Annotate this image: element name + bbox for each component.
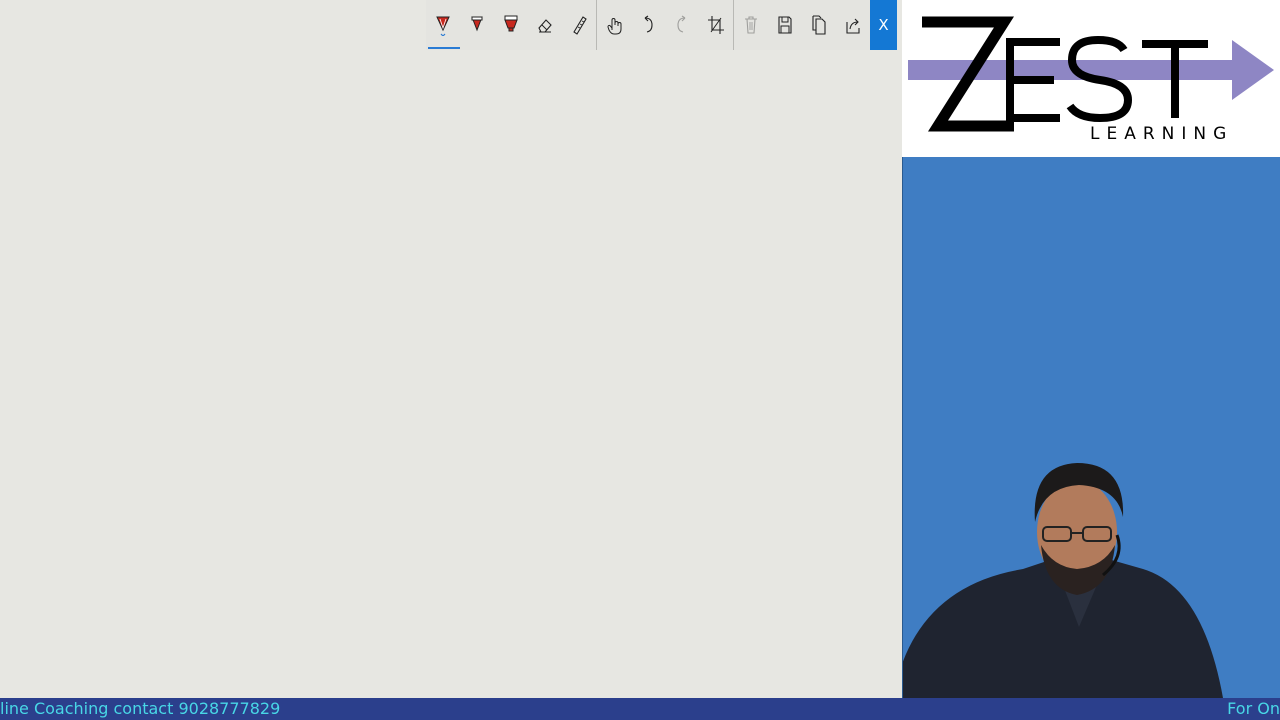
ticker-text-right: For On	[1227, 699, 1280, 718]
close-button[interactable]: X	[869, 0, 897, 50]
ticker-text-left: line Coaching contact 9028777829	[0, 699, 281, 718]
presenter-video	[902, 157, 1280, 698]
eraser-button[interactable]	[528, 0, 562, 50]
copy-icon	[812, 15, 826, 35]
undo-icon	[644, 15, 653, 33]
snip-sketch-toolbar: X	[426, 0, 897, 50]
save-button[interactable]	[768, 0, 802, 50]
undo-button[interactable]	[631, 0, 665, 50]
ruler-icon	[573, 16, 587, 35]
share-button[interactable]	[836, 0, 870, 50]
delete-icon	[744, 16, 757, 34]
highlighter-icon	[504, 15, 518, 32]
ballpoint-pen-icon	[436, 16, 450, 36]
scrolling-ticker: line Coaching contact 9028777829 For On	[0, 698, 1280, 720]
touch-writing-button[interactable]	[597, 0, 631, 50]
pencil-icon	[471, 16, 483, 32]
save-icon	[778, 16, 792, 34]
share-icon	[846, 18, 860, 34]
presenter-image	[903, 463, 1223, 698]
right-panel: LEARNING	[902, 0, 1280, 720]
pen-tools-group	[426, 0, 596, 50]
highlighter-button[interactable]	[494, 0, 528, 50]
eraser-icon	[538, 19, 552, 33]
drawing-canvas[interactable]	[0, 0, 902, 698]
logo-tagline: LEARNING	[1090, 124, 1233, 144]
crop-icon	[707, 16, 724, 34]
pencil-button[interactable]	[460, 0, 494, 50]
edit-tools-group	[597, 0, 733, 50]
redo-button[interactable]	[665, 0, 699, 50]
zest-learning-logo: LEARNING	[902, 0, 1280, 157]
touch-writing-icon	[607, 18, 622, 35]
delete-button[interactable]	[734, 0, 768, 50]
copy-button[interactable]	[802, 0, 836, 50]
redo-icon	[677, 15, 686, 33]
zest-logo-graphic: LEARNING	[908, 16, 1274, 144]
ballpoint-pen-button[interactable]	[426, 0, 460, 50]
close-icon: X	[878, 16, 889, 34]
crop-button[interactable]	[699, 0, 733, 50]
ruler-button[interactable]	[562, 0, 596, 50]
file-tools-group	[734, 0, 870, 50]
